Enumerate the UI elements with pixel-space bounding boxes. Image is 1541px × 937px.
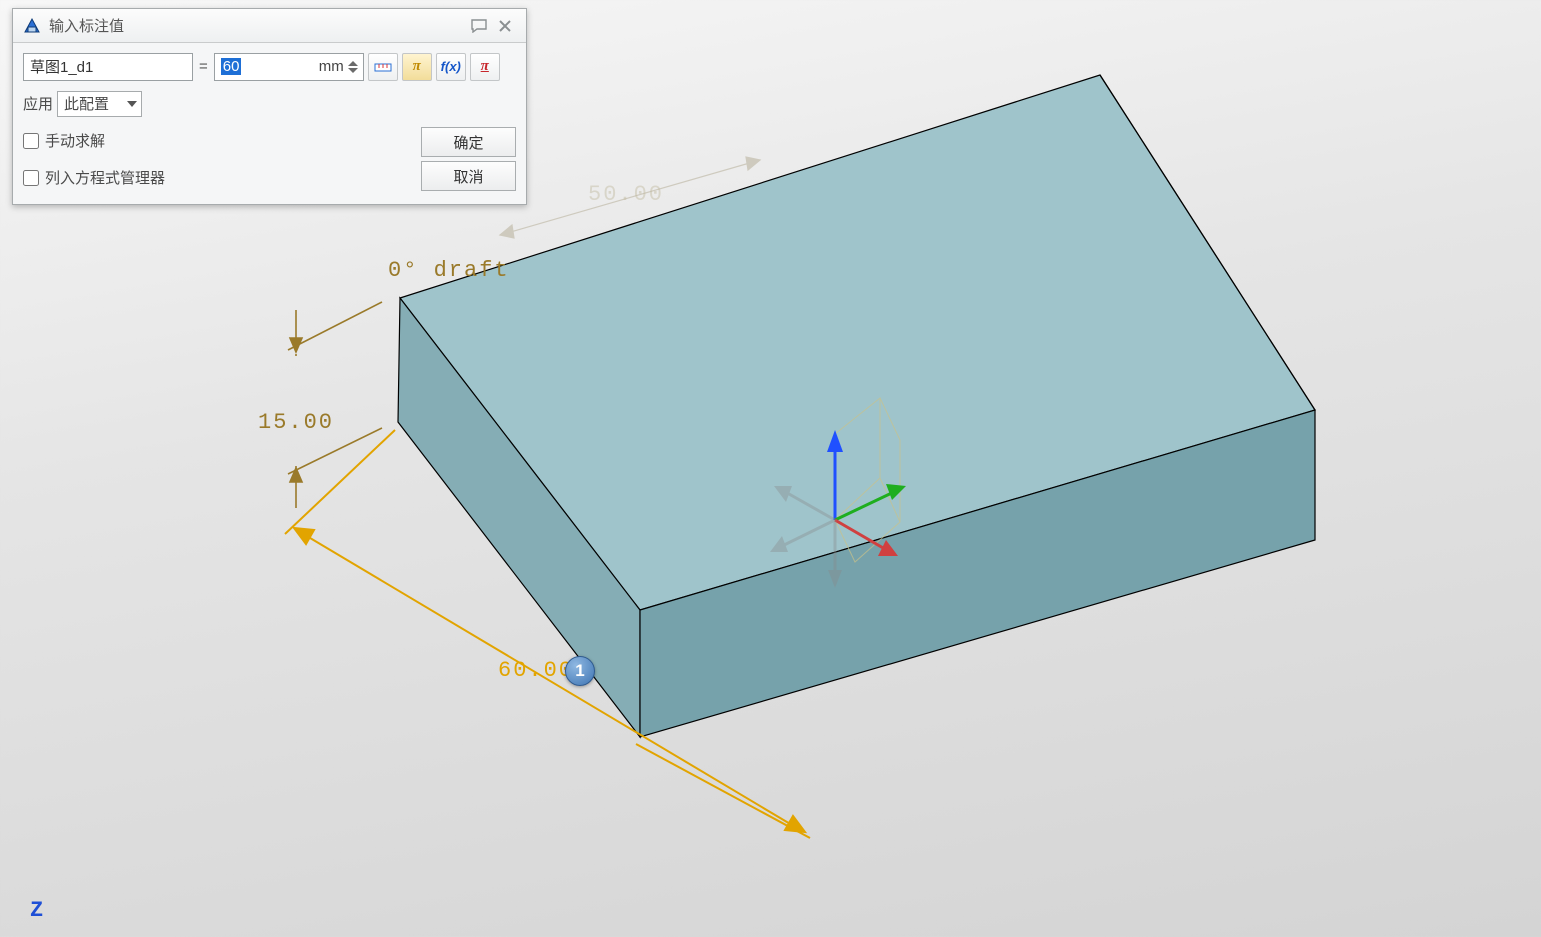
equation-manager-checkbox[interactable]: 列入方程式管理器 (23, 167, 165, 188)
dimension-value-input[interactable]: 60 (214, 53, 364, 81)
close-icon[interactable] (492, 15, 518, 37)
draft-label[interactable]: 0° draft (388, 258, 510, 283)
manual-solve-check[interactable] (23, 133, 39, 149)
dialog-title-bar[interactable]: 输入标注值 (13, 9, 526, 43)
manual-solve-checkbox[interactable]: 手动求解 (23, 130, 105, 151)
dim-depth-value: 50.00 (588, 182, 664, 207)
ok-button[interactable]: 确定 (421, 127, 516, 157)
callout-1: 1 (565, 656, 595, 686)
dim-height-value[interactable]: 15.00 (258, 410, 334, 435)
value-spinner[interactable] (348, 54, 362, 80)
apply-label: 应用 (23, 93, 53, 114)
dimension-dialog[interactable]: 输入标注值 = 60 mm π f(x) π (12, 8, 527, 205)
app-icon (21, 15, 43, 37)
dim-width-value[interactable]: 60.00 (498, 658, 574, 683)
pi-gold-icon[interactable]: π (402, 53, 432, 81)
apply-config-combo[interactable]: 此配置 (57, 91, 142, 117)
axis-z-label: Z (30, 898, 43, 923)
pi-red-icon[interactable]: π (470, 53, 500, 81)
dialog-title: 输入标注值 (49, 15, 124, 36)
manual-solve-label: 手动求解 (45, 130, 105, 151)
equation-manager-check[interactable] (23, 170, 39, 186)
solid-body[interactable] (398, 75, 1315, 737)
ruler-icon[interactable] (368, 53, 398, 81)
equation-manager-label: 列入方程式管理器 (45, 167, 165, 188)
equals-sign: = (193, 58, 214, 75)
fx-icon[interactable]: f(x) (436, 53, 466, 81)
dimension-height[interactable] (288, 302, 382, 508)
dimension-name-input[interactable] (23, 53, 193, 81)
help-icon[interactable] (466, 15, 492, 37)
cancel-button[interactable]: 取消 (421, 161, 516, 191)
